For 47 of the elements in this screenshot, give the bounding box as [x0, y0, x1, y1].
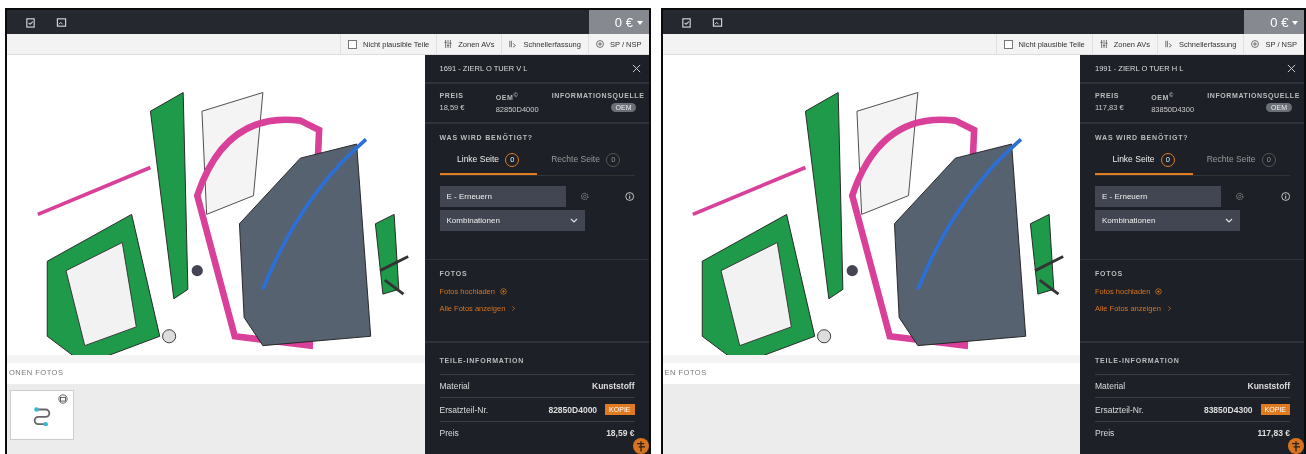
- image-icon[interactable]: [56, 16, 67, 28]
- info-label: Preis: [439, 428, 459, 438]
- info-label: Ersatzteil-Nr.: [439, 404, 489, 415]
- info-icon[interactable]: [1280, 190, 1290, 202]
- info-value: Kunststoff: [1247, 381, 1290, 391]
- chevron-down-icon: [569, 217, 578, 223]
- settings-icon[interactable]: [579, 190, 590, 202]
- combinations-dropdown[interactable]: Kombinationen: [439, 209, 585, 231]
- bars-arrow-icon: [1164, 40, 1173, 48]
- clipboard-check-icon[interactable]: [25, 16, 36, 28]
- sliders-icon: [1099, 40, 1108, 48]
- settings-icon[interactable]: [1235, 190, 1245, 202]
- plus-circle-icon: [595, 40, 604, 48]
- info-value: 117,83 €: [1257, 428, 1290, 438]
- close-icon[interactable]: [1287, 64, 1296, 73]
- info-value: Kunststoff: [592, 381, 635, 391]
- chevron-right-icon: [1165, 305, 1173, 313]
- plus-circle-icon: [499, 288, 507, 296]
- caret-icon: [1292, 21, 1298, 26]
- plus-circle-icon: [1251, 40, 1260, 48]
- info-label: Ersatzteil-Nr.: [1095, 404, 1144, 415]
- info-label: Preis: [1095, 428, 1115, 438]
- photo-thumbnail[interactable]: [10, 390, 74, 440]
- signpost-icon[interactable]: [632, 438, 649, 454]
- action-button[interactable]: E - Erneuern: [1095, 185, 1222, 207]
- signpost-icon[interactable]: [1288, 438, 1304, 454]
- close-icon[interactable]: [631, 64, 641, 73]
- bars-arrow-icon: [509, 40, 518, 48]
- info-icon[interactable]: [625, 190, 635, 202]
- route-icon: [31, 404, 53, 426]
- info-value: 18,59 €: [606, 428, 635, 438]
- checkbox[interactable]: [1003, 39, 1013, 49]
- action-button[interactable]: E - Erneuern: [439, 185, 566, 207]
- clipboard-check-icon[interactable]: [680, 16, 692, 28]
- caret-icon: [636, 21, 643, 26]
- combinations-dropdown[interactable]: Kombinationen: [1095, 209, 1240, 231]
- info-value: 83850D4300: [1203, 404, 1253, 415]
- info-value: 82850D4000: [548, 404, 598, 415]
- chevron-down-icon: [1225, 217, 1233, 223]
- image-icon[interactable]: [711, 16, 723, 28]
- checkbox[interactable]: [348, 39, 358, 49]
- sliders-icon: [444, 40, 453, 48]
- info-label: Material: [1095, 381, 1126, 391]
- info-label: Material: [439, 381, 470, 391]
- camera-rotate-icon[interactable]: [58, 394, 68, 404]
- chevron-right-icon: [510, 305, 518, 313]
- plus-circle-icon: [1155, 288, 1163, 296]
